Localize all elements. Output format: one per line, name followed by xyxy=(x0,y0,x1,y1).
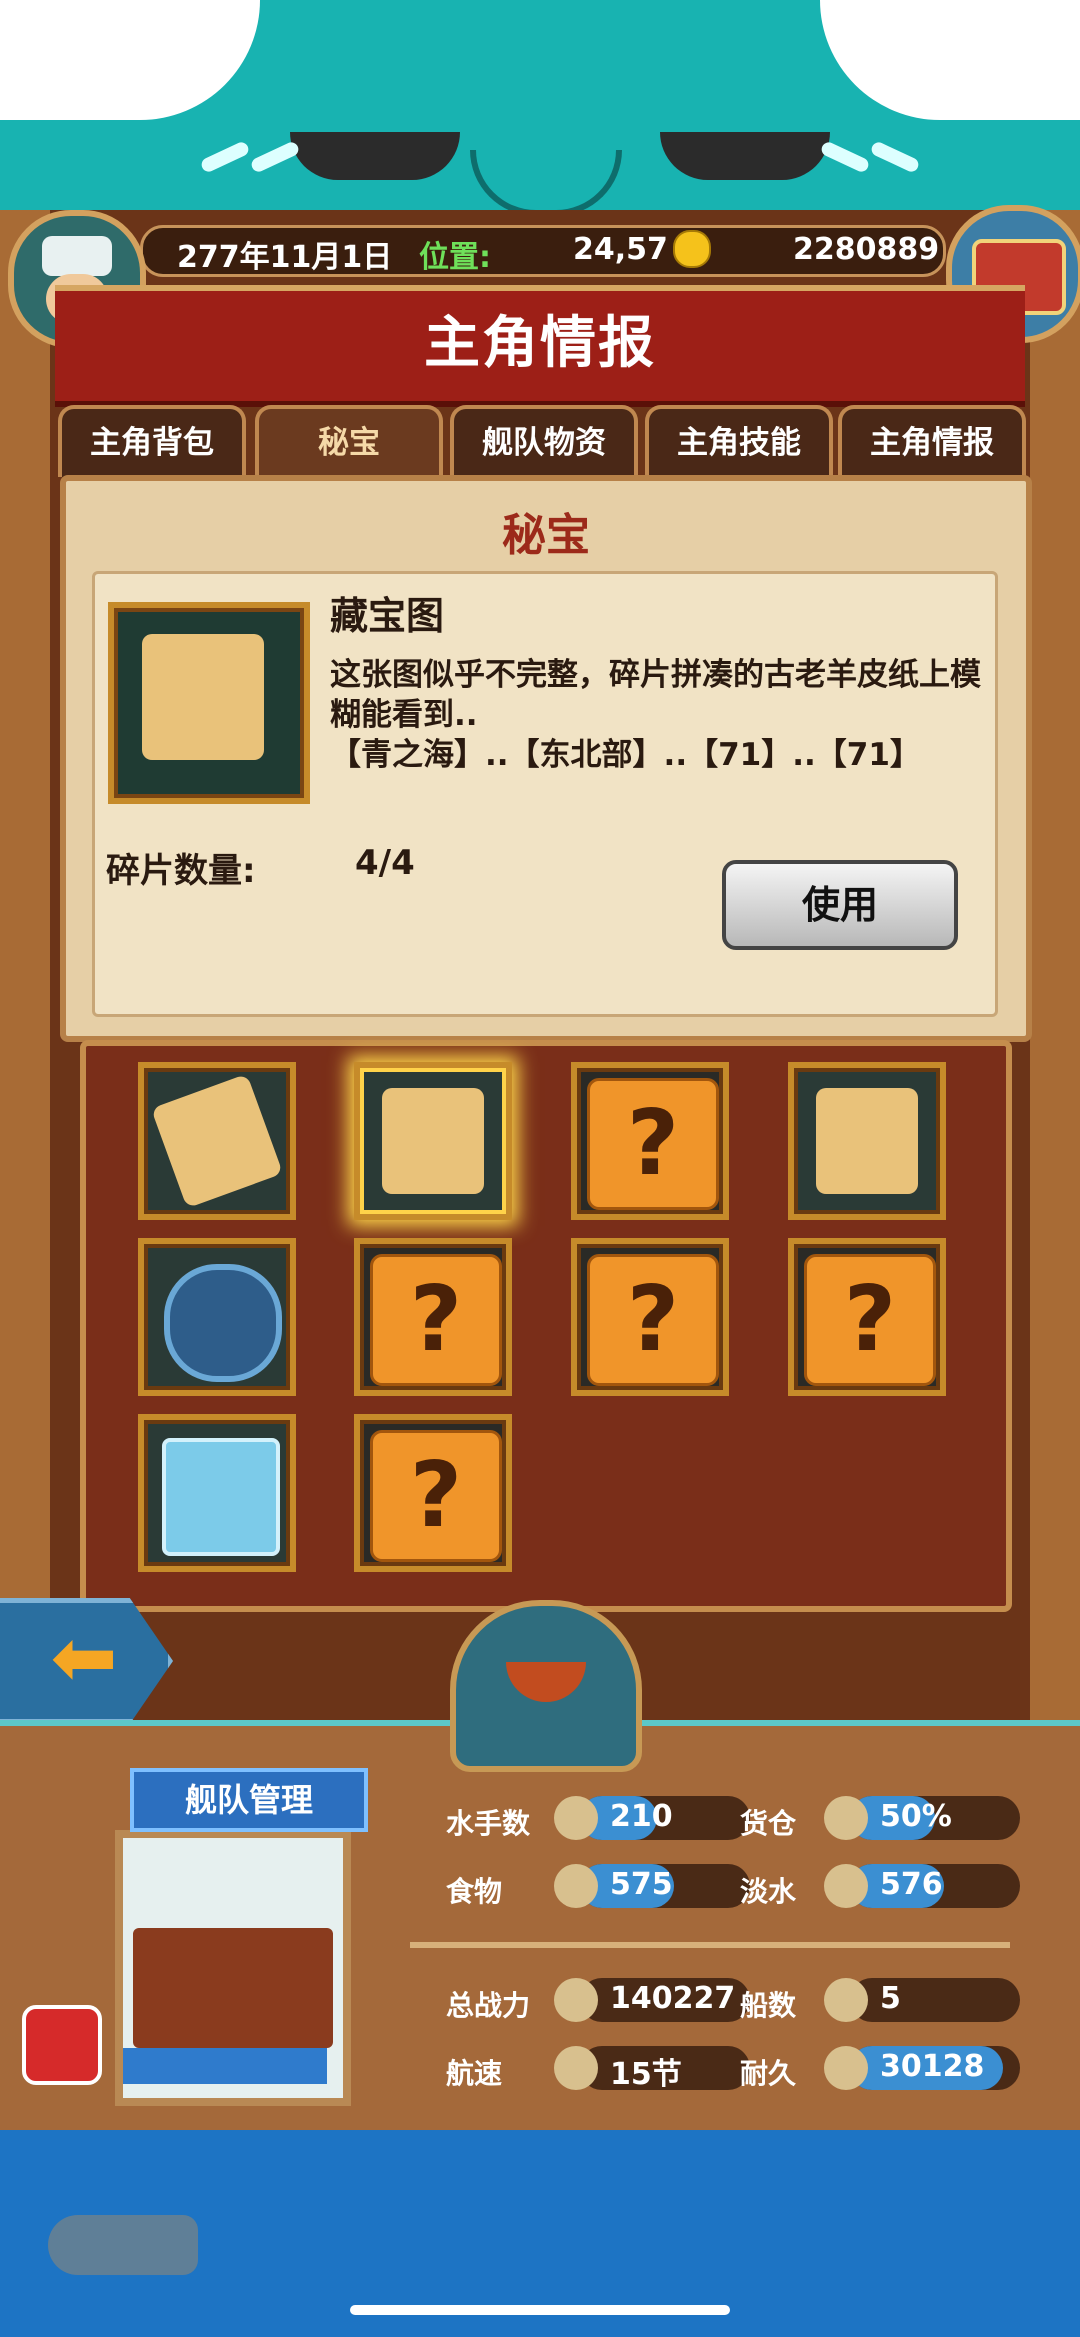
fleet-stats: 水手数 210 货仓 50% 食物 575 淡水 576 总战力 140227 … xyxy=(410,1790,1020,2120)
treasure-map-icon xyxy=(382,1088,484,1194)
stat-sailors: 210 xyxy=(554,1796,750,1840)
stat-row: 航速 15节 耐久 30128 xyxy=(410,2040,1020,2098)
stat-label-food: 食物 xyxy=(446,1875,503,1908)
stat-cargo: 50% xyxy=(824,1796,1020,1840)
ship-hull-icon xyxy=(133,1928,333,2048)
stat-durability: 30128 xyxy=(824,2046,1020,2090)
fragment-count-value: 4/4 xyxy=(355,843,415,883)
bandana-icon xyxy=(42,236,112,276)
ship-icon xyxy=(506,1662,586,1702)
grid-slot[interactable] xyxy=(788,1062,946,1220)
treasure-map-icon xyxy=(108,602,310,804)
meat-icon xyxy=(554,1864,598,1908)
description-line-2: 【青之海】..【东北部】..【71】..【71】 xyxy=(330,737,921,773)
status-bar: 277年11月1日 位置: 24,57 2280889 xyxy=(140,225,946,277)
stat-power: 140227 xyxy=(554,1978,750,2022)
question-icon: ? xyxy=(370,1430,502,1562)
page-title: 主角情报 xyxy=(55,285,1025,407)
stat-ships: 5 xyxy=(824,1978,1020,2022)
ship-emblem-button[interactable] xyxy=(450,1600,642,1772)
grid-slot[interactable] xyxy=(138,1414,296,1572)
item-name: 藏宝图 xyxy=(330,594,445,638)
alert-ship-icon[interactable] xyxy=(22,2005,102,2085)
cat-ear-header xyxy=(0,0,1080,230)
stat-row: 水手数 210 货仓 50% xyxy=(410,1790,1020,1848)
grid-slot[interactable]: ? xyxy=(354,1238,512,1396)
stat-label-sailors: 水手数 xyxy=(446,1807,531,1840)
use-button[interactable]: 使用 xyxy=(722,860,958,950)
tab-fleet-supplies[interactable]: 舰队物资 xyxy=(450,405,638,477)
question-icon: ? xyxy=(370,1254,502,1386)
grid-slot[interactable] xyxy=(138,1238,296,1396)
sailor-icon xyxy=(554,1796,598,1840)
home-indicator[interactable] xyxy=(350,2305,730,2315)
description-line-1: 这张图似乎不完整，碎片拼凑的古老羊皮纸上模糊能看到.. xyxy=(330,657,981,733)
stat-food: 575 xyxy=(554,1864,750,1908)
game-date: 277年11月1日 xyxy=(177,240,393,275)
cat-mouth-icon xyxy=(470,150,622,216)
shark-icon xyxy=(48,2215,198,2275)
stats-divider xyxy=(410,1942,1010,1948)
stat-label-speed: 航速 xyxy=(446,2057,503,2090)
stat-water: 576 xyxy=(824,1864,1020,1908)
stat-label-durability: 耐久 xyxy=(740,2057,797,2090)
stat-label-cargo: 货仓 xyxy=(740,1807,797,1840)
fleet-management-title[interactable]: 舰队管理 xyxy=(130,1768,368,1832)
cat-eye-left-icon xyxy=(290,132,460,180)
fragment-count-label: 碎片数量: xyxy=(106,851,256,891)
grid-slot[interactable]: ? xyxy=(788,1238,946,1396)
torn-map-icon xyxy=(150,1073,284,1209)
stat-label-power: 总战力 xyxy=(446,1989,531,2022)
tab-hero-info[interactable]: 主角情报 xyxy=(838,405,1026,477)
question-icon: ? xyxy=(804,1254,936,1386)
tab-hero-skills[interactable]: 主角技能 xyxy=(645,405,833,477)
question-icon: ? xyxy=(587,1078,719,1210)
water-jug-icon xyxy=(824,1864,868,1908)
panel-heading: 秘宝 xyxy=(502,510,590,561)
stat-label-ships: 船数 xyxy=(740,1989,797,2022)
tab-hero-bag[interactable]: 主角背包 xyxy=(58,405,246,477)
waves-icon xyxy=(123,2048,327,2084)
grid-slot[interactable]: ? xyxy=(571,1238,729,1396)
grid-slot[interactable]: ? xyxy=(571,1062,729,1220)
cargo-icon xyxy=(824,1796,868,1840)
hull-icon xyxy=(824,2046,868,2090)
grid-slot[interactable] xyxy=(138,1062,296,1220)
question-icon: ? xyxy=(587,1254,719,1386)
ice-cube-icon xyxy=(162,1438,280,1556)
item-description: 这张图似乎不完整，碎片拼凑的古老羊皮纸上模糊能看到.. 【青之海】..【东北部】… xyxy=(330,655,990,775)
grid-slot[interactable]: ? xyxy=(354,1414,512,1572)
ship-count-icon xyxy=(824,1978,868,2022)
ship-picture[interactable] xyxy=(115,1830,351,2106)
compass-shield-icon xyxy=(164,1264,282,1382)
stat-row: 总战力 140227 船数 5 xyxy=(410,1972,1020,2030)
treasure-map-icon xyxy=(816,1088,918,1194)
stat-row: 食物 575 淡水 576 xyxy=(410,1858,1020,1916)
stat-label-water: 淡水 xyxy=(740,1875,797,1908)
tab-secret-treasure[interactable]: 秘宝 xyxy=(255,405,443,477)
gold-coin-icon xyxy=(673,230,711,268)
back-arrow-icon: ⬅ xyxy=(50,1611,118,1704)
gold-amount: 2280889 xyxy=(793,232,940,267)
location-label: 位置: xyxy=(419,240,491,275)
location-value: 24,57 xyxy=(573,232,668,267)
cat-eye-right-icon xyxy=(660,132,830,180)
grid-slot-selected[interactable] xyxy=(354,1062,512,1220)
skull-icon xyxy=(554,1978,598,2022)
sail-icon xyxy=(554,2046,598,2090)
stat-speed: 15节 xyxy=(554,2046,750,2092)
